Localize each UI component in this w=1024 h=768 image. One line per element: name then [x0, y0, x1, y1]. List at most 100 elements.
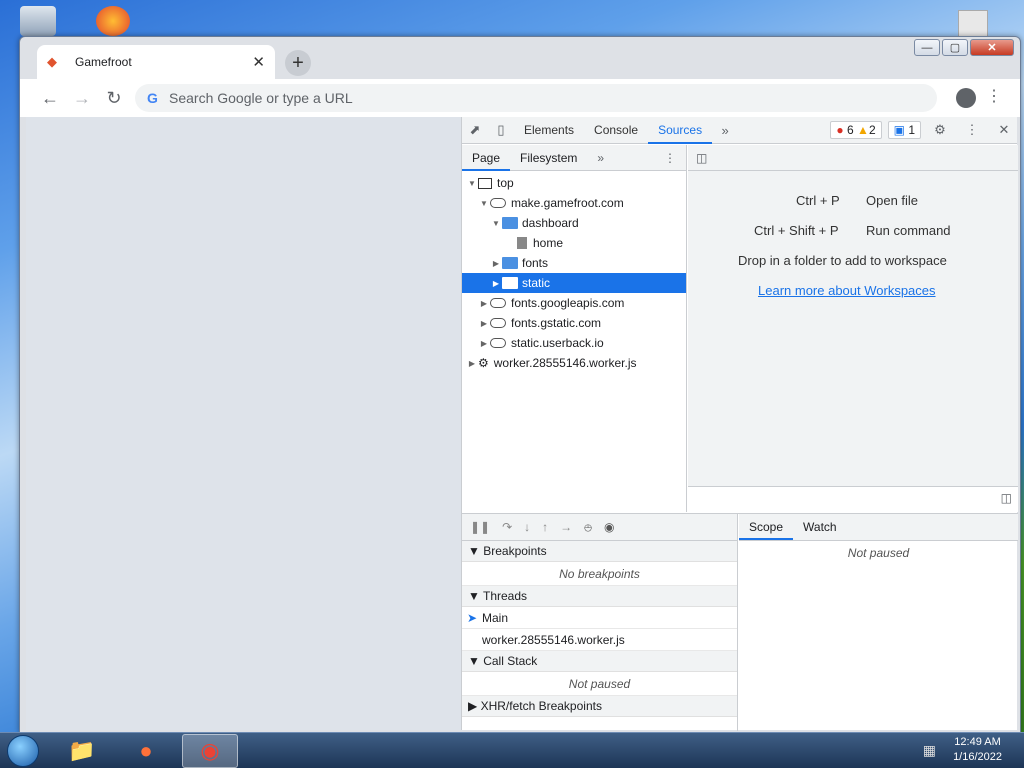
expanded-arrow-icon[interactable]: ▼: [478, 199, 490, 208]
tree-item[interactable]: ▶ fonts.gstatic.com: [462, 313, 686, 333]
inspect-element-icon[interactable]: ⬈: [462, 122, 488, 138]
message-icon: ▣: [893, 123, 905, 137]
deactivate-breakpoints-icon[interactable]: ⦺: [584, 520, 592, 535]
tree-item[interactable]: ▼ dashboard: [462, 213, 686, 233]
firefox-desktop-icon[interactable]: [96, 6, 130, 36]
devtools-panel: ⬈ ▯ Elements Console Sources » ● 6 ▲2 ▣ …: [461, 117, 1018, 731]
learn-workspaces-link[interactable]: Learn more about Workspaces: [758, 283, 936, 298]
page-viewport[interactable]: [26, 117, 461, 730]
step-into-icon[interactable]: ↓: [524, 520, 530, 534]
settings-gear-icon[interactable]: ⚙: [927, 122, 953, 138]
tab-console[interactable]: Console: [584, 117, 648, 144]
cloud-icon: [490, 338, 506, 348]
devtools-menu-icon[interactable]: ⋮: [959, 122, 985, 138]
recycle-bin-icon[interactable]: [20, 6, 56, 36]
system-clock[interactable]: 12:49 AM 1/16/2022: [953, 735, 1002, 765]
address-placeholder: Search Google or type a URL: [169, 90, 353, 106]
expanded-arrow-icon[interactable]: ▼: [490, 219, 502, 228]
new-tab-button[interactable]: +: [285, 50, 311, 76]
tab-elements[interactable]: Elements: [514, 117, 584, 144]
xhr-label: XHR/fetch Breakpoints: [480, 699, 602, 713]
reload-button[interactable]: ↻: [98, 88, 130, 109]
toggle-debugger-icon[interactable]: ◫: [1001, 491, 1012, 505]
messages-badge[interactable]: ▣ 1: [887, 121, 921, 139]
address-bar[interactable]: G Search Google or type a URL: [135, 84, 937, 112]
tab-watch[interactable]: Watch: [793, 514, 847, 540]
folder-icon: [502, 257, 518, 269]
expanded-arrow-icon[interactable]: ▼: [466, 179, 478, 188]
forward-button[interactable]: →: [66, 88, 98, 109]
browser-toolbar: ← → ↻ G Search Google or type a URL ⋮: [20, 79, 1020, 117]
warning-count: 2: [868, 123, 876, 137]
more-tabs-icon[interactable]: »: [712, 123, 738, 138]
back-button[interactable]: ←: [34, 88, 66, 109]
browser-tab[interactable]: ◆ Gamefroot ✕: [37, 45, 275, 79]
tab-strip: ◆ Gamefroot ✕ +: [20, 37, 1020, 79]
subtab-filesystem[interactable]: Filesystem: [510, 145, 587, 171]
editor-pane: ◫ Ctrl + P Open file Ctrl + Shift + P Ru…: [688, 145, 1018, 512]
gear-icon: ⚙: [478, 356, 489, 370]
step-out-icon[interactable]: ↑: [542, 520, 548, 534]
threads-label: Threads: [483, 589, 528, 603]
collapsed-arrow-icon[interactable]: ▶: [478, 299, 490, 308]
collapsed-arrow-icon[interactable]: ▶: [478, 339, 490, 348]
clock-time: 12:49 AM: [954, 736, 1001, 748]
shortcut-run-keys: Ctrl + Shift + P: [754, 223, 839, 238]
thread-worker[interactable]: worker.28555146.worker.js: [462, 629, 737, 651]
more-subtabs-icon[interactable]: »: [587, 145, 614, 171]
editor-header: ◫: [688, 145, 1018, 171]
pause-on-exceptions-icon[interactable]: ◉: [604, 520, 614, 534]
error-warning-badge[interactable]: ● 6 ▲2: [830, 121, 882, 139]
xhr-breakpoints-header[interactable]: ▶ XHR/fetch Breakpoints: [462, 696, 737, 717]
close-devtools-icon[interactable]: ✕: [991, 122, 1017, 138]
tree-item[interactable]: ▼ top: [462, 173, 686, 193]
thread-main[interactable]: ➤ Main: [462, 607, 737, 629]
tree-item[interactable]: ▶ ⚙ worker.28555146.worker.js: [462, 353, 686, 373]
tree-item-label: home: [533, 236, 564, 250]
scope-watch-tabs: Scope Watch: [739, 514, 1018, 541]
warning-icon: ▲: [857, 123, 869, 137]
collapsed-arrow-icon[interactable]: ▶: [490, 259, 502, 268]
scope-watch-pane: Scope Watch Not paused: [739, 514, 1018, 731]
navigator-menu-icon[interactable]: ⋮: [654, 145, 686, 171]
threads-header[interactable]: ▼ Threads: [462, 586, 737, 607]
breakpoints-header[interactable]: ▼ Breakpoints: [462, 541, 737, 562]
device-toolbar-icon[interactable]: ▯: [488, 122, 514, 138]
network-tray-icon[interactable]: ▦: [923, 742, 936, 759]
tree-item-label: fonts: [522, 256, 549, 270]
taskbar-firefox-icon[interactable]: ●: [118, 734, 174, 768]
tab-scope[interactable]: Scope: [739, 514, 794, 540]
collapsed-arrow-icon[interactable]: ▶: [478, 319, 490, 328]
tree-item[interactable]: ▶ fonts: [462, 253, 686, 273]
toggle-navigator-icon[interactable]: ◫: [696, 151, 707, 165]
tree-item[interactable]: ▶ fonts.googleapis.com: [462, 293, 686, 313]
error-icon: ●: [836, 123, 844, 137]
tab-close-icon[interactable]: ✕: [252, 53, 265, 71]
cloud-icon: [490, 298, 506, 308]
tree-item[interactable]: ▶ static.userback.io: [462, 333, 686, 353]
tree-item-label: worker.28555146.worker.js: [493, 356, 637, 370]
step-icon[interactable]: →: [560, 520, 572, 534]
collapsed-arrow-icon[interactable]: ▶: [490, 279, 502, 288]
tab-sources[interactable]: Sources: [648, 117, 713, 144]
start-button[interactable]: [0, 733, 46, 768]
taskbar-chrome-icon[interactable]: ◉: [182, 733, 238, 768]
tree-item[interactable]: home: [462, 233, 686, 253]
subtab-page[interactable]: Page: [462, 145, 511, 171]
file-desktop-icon[interactable]: [958, 10, 988, 38]
tree-item[interactable]: ▶ static: [462, 273, 686, 293]
tree-item-label: static: [522, 276, 551, 290]
tab-title: Gamefroot: [75, 55, 132, 69]
navigator-subtabs: Page Filesystem » ⋮: [462, 145, 686, 171]
chrome-menu-button[interactable]: ⋮: [986, 86, 1002, 106]
taskbar-explorer-icon[interactable]: 📁: [54, 734, 110, 768]
sources-navigator: Page Filesystem » ⋮ ▼ top ▼ make.gamefroot.…: [462, 145, 687, 512]
cloud-icon: [490, 198, 506, 208]
collapsed-arrow-icon[interactable]: ▶: [466, 359, 478, 368]
tree-item[interactable]: ▼ make.gamefroot.com: [462, 193, 686, 213]
call-stack-header[interactable]: ▼ Call Stack: [462, 651, 737, 672]
step-over-icon[interactable]: ↷: [502, 520, 512, 534]
issue-badges: ● 6 ▲2 ▣ 1 ⚙ ⋮ ✕: [830, 121, 1017, 139]
profile-avatar-icon[interactable]: [956, 88, 976, 108]
pause-icon[interactable]: ❚❚: [470, 520, 490, 534]
